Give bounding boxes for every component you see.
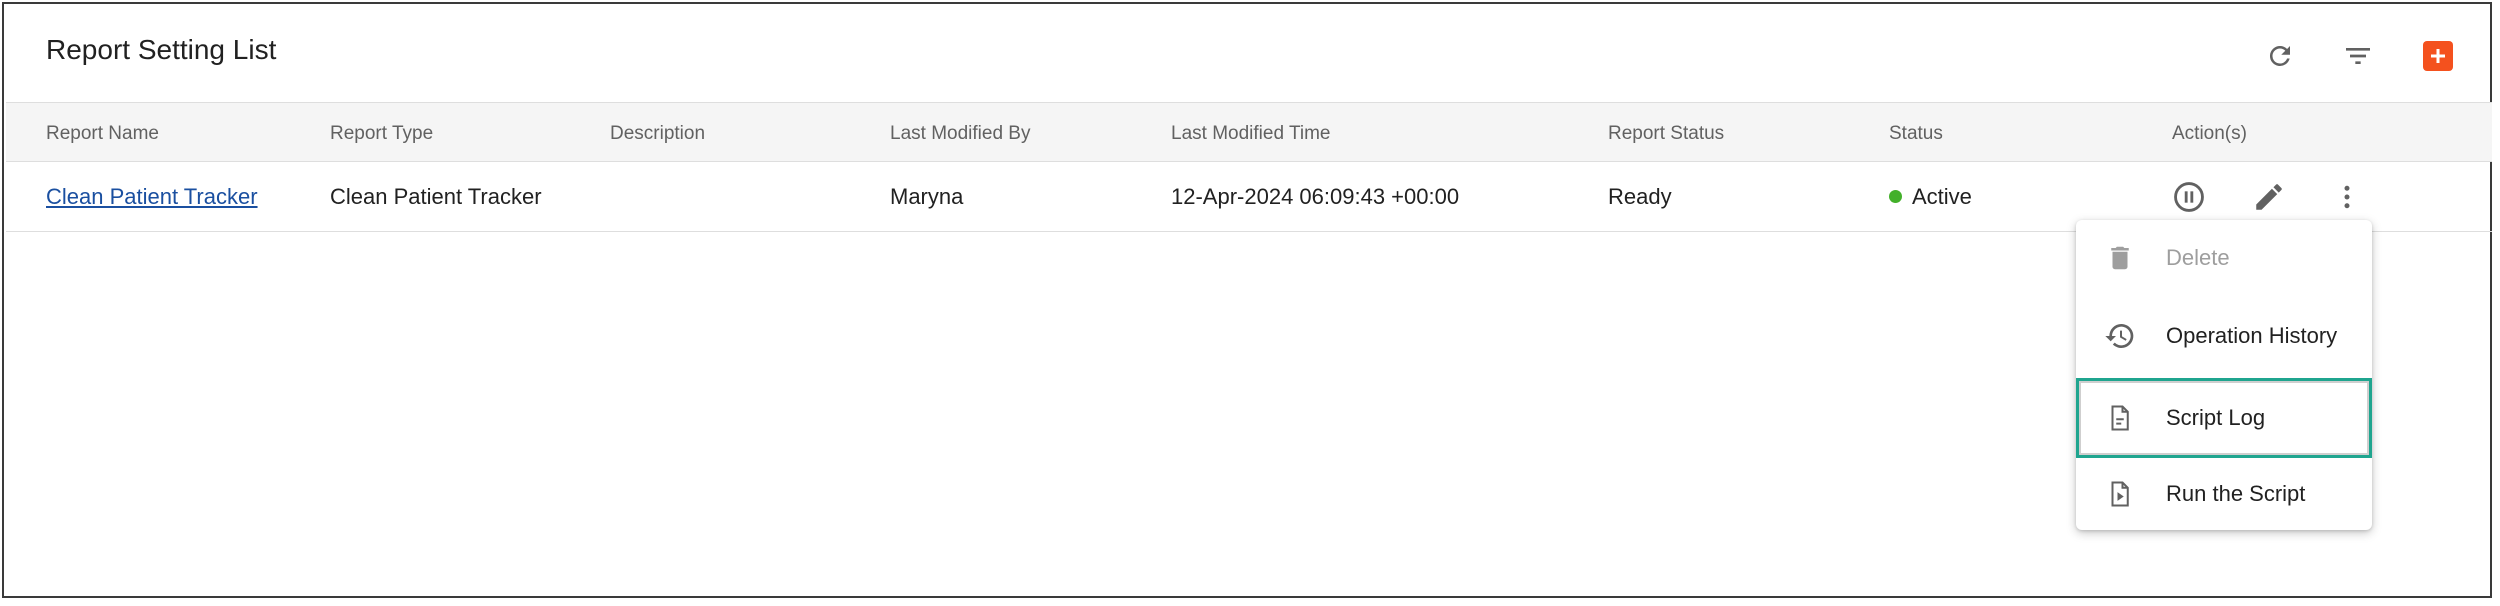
report-name-link[interactable]: Clean Patient Tracker <box>46 184 258 209</box>
column-header-last-modified-by[interactable]: Last Modified By <box>890 123 1030 145</box>
column-header-report-type[interactable]: Report Type <box>330 123 433 145</box>
column-header-report-name[interactable]: Report Name <box>46 123 159 145</box>
table-header: Report Name Report Type Description Last… <box>6 102 2492 162</box>
edit-button[interactable] <box>2248 176 2290 218</box>
column-header-last-modified-time[interactable]: Last Modified Time <box>1171 123 1330 145</box>
more-actions-button[interactable] <box>2326 176 2368 218</box>
status-cell: Active <box>1889 184 1972 210</box>
more-vert-icon <box>2344 185 2350 209</box>
status-dot-icon <box>1889 190 1902 203</box>
menu-item-label: Script Log <box>2166 405 2266 430</box>
report-name-cell: Clean Patient Tracker <box>46 184 258 210</box>
menu-item-label: Operation History <box>2166 323 2338 348</box>
column-header-report-status[interactable]: Report Status <box>1608 123 1724 145</box>
menu-item-delete[interactable]: Delete <box>2076 224 2372 292</box>
page-title: Report Setting List <box>46 34 277 65</box>
menu-item-run-the-script[interactable]: Run the Script <box>2076 460 2372 528</box>
history-icon <box>2100 316 2140 356</box>
run-file-icon <box>2100 474 2140 514</box>
report-status-cell: Ready <box>1608 184 1672 209</box>
refresh-icon <box>2269 45 2290 66</box>
document-icon <box>2100 398 2140 438</box>
column-header-description[interactable]: Description <box>610 123 705 145</box>
refresh-button[interactable] <box>2258 34 2302 78</box>
last-modified-by-cell: Maryna <box>890 184 964 209</box>
menu-item-operation-history[interactable]: Operation History <box>2076 302 2372 370</box>
column-header-actions: Action(s) <box>2172 123 2247 144</box>
report-type-cell: Clean Patient Tracker <box>330 184 542 209</box>
last-modified-time-cell: 12-Apr-2024 06:09:43 +00:00 <box>1171 184 1460 209</box>
trash-icon <box>2100 238 2140 278</box>
pencil-icon <box>2256 184 2282 210</box>
menu-item-label: Run the Script <box>2166 481 2306 506</box>
add-button[interactable] <box>2416 34 2460 78</box>
report-setting-panel: Report Setting List Report Name Report T… <box>2 2 2492 598</box>
status-label: Active <box>1912 184 1972 209</box>
menu-item-label: Delete <box>2166 245 2230 270</box>
actions-context-menu: Delete Operation History Script Log Run … <box>2076 220 2372 530</box>
pause-circle-icon <box>2174 182 2204 212</box>
add-icon <box>2423 41 2453 71</box>
column-header-status[interactable]: Status <box>1889 123 1943 145</box>
filter-button[interactable] <box>2336 34 2380 78</box>
menu-item-script-log[interactable]: Script Log <box>2076 378 2372 458</box>
pause-button[interactable] <box>2168 176 2210 218</box>
filter-icon <box>2346 48 2370 64</box>
